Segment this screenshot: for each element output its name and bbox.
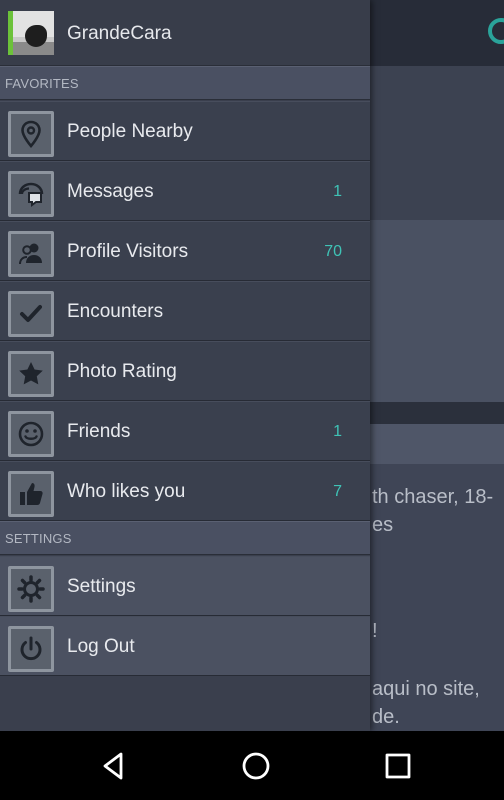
background-subbar: [370, 424, 504, 464]
menu-item-label: Settings: [67, 576, 136, 597]
menu-item-log-out[interactable]: Log Out: [0, 616, 370, 676]
menu-item-badge: 1: [333, 423, 342, 440]
background-text-line: aqui no site,: [372, 678, 480, 700]
system-navigation-bar: [0, 731, 504, 800]
menu-item-badge: 70: [324, 243, 342, 260]
star-icon: [8, 351, 54, 397]
back-triangle-icon: [103, 752, 123, 780]
background-divider: [370, 402, 504, 424]
home-button[interactable]: [239, 749, 273, 783]
thumbs-up-icon: [8, 471, 54, 517]
menu-item-encounters[interactable]: Encounters: [0, 281, 370, 341]
section-header-settings: SETTINGS: [0, 521, 370, 555]
menu-item-label: Friends: [67, 421, 131, 442]
smiley-icon: [8, 411, 54, 457]
avatar[interactable]: [8, 11, 54, 55]
section-header-label: FAVORITES: [5, 76, 79, 91]
drawer-empty-area: [0, 677, 370, 731]
menu-item-label: Profile Visitors: [67, 241, 189, 262]
profile-row[interactable]: GrandeCara: [0, 0, 370, 66]
menu-item-profile-visitors[interactable]: Profile Visitors 70: [0, 221, 370, 281]
visitors-icon: [8, 231, 54, 277]
background-text-line: de.: [372, 706, 400, 728]
background-text-line: th chaser, 18-: [372, 486, 494, 508]
power-icon: [8, 626, 54, 672]
menu-item-settings[interactable]: Settings: [0, 556, 370, 616]
gear-icon: [8, 566, 54, 612]
home-circle-icon: [242, 752, 270, 780]
menu-item-label: Who likes you: [67, 481, 186, 502]
menu-item-people-nearby[interactable]: People Nearby: [0, 101, 370, 161]
section-header-label: SETTINGS: [5, 531, 72, 546]
menu-item-badge: 1: [333, 183, 342, 200]
background-panel: [370, 220, 504, 402]
menu-item-badge: 7: [333, 483, 342, 500]
checkmark-icon: [8, 291, 54, 337]
menu-item-photo-rating[interactable]: Photo Rating: [0, 341, 370, 401]
menu-item-label: Photo Rating: [67, 361, 177, 382]
chat-bubbles-icon: [8, 171, 54, 217]
background-text-line: !: [372, 620, 378, 642]
menu-item-label: Log Out: [67, 636, 135, 657]
background-text-line: es: [372, 514, 394, 536]
navigation-drawer: GrandeCara FAVORITES People Nearby Messa…: [0, 0, 370, 731]
menu-item-label: Messages: [67, 181, 154, 202]
menu-item-who-likes-you[interactable]: Who likes you 7: [0, 461, 370, 521]
menu-item-messages[interactable]: Messages 1: [0, 161, 370, 221]
recent-apps-button[interactable]: [381, 749, 415, 783]
recent-apps-square-icon: [385, 753, 411, 779]
back-button[interactable]: [97, 749, 131, 783]
menu-item-label: Encounters: [67, 301, 164, 322]
section-header-favorites: FAVORITES: [0, 66, 370, 100]
profile-name: GrandeCara: [67, 23, 172, 44]
menu-item-label: People Nearby: [67, 121, 193, 142]
location-pin-icon: [8, 111, 54, 157]
menu-item-friends[interactable]: Friends 1: [0, 401, 370, 461]
background-header-band: [370, 66, 504, 220]
